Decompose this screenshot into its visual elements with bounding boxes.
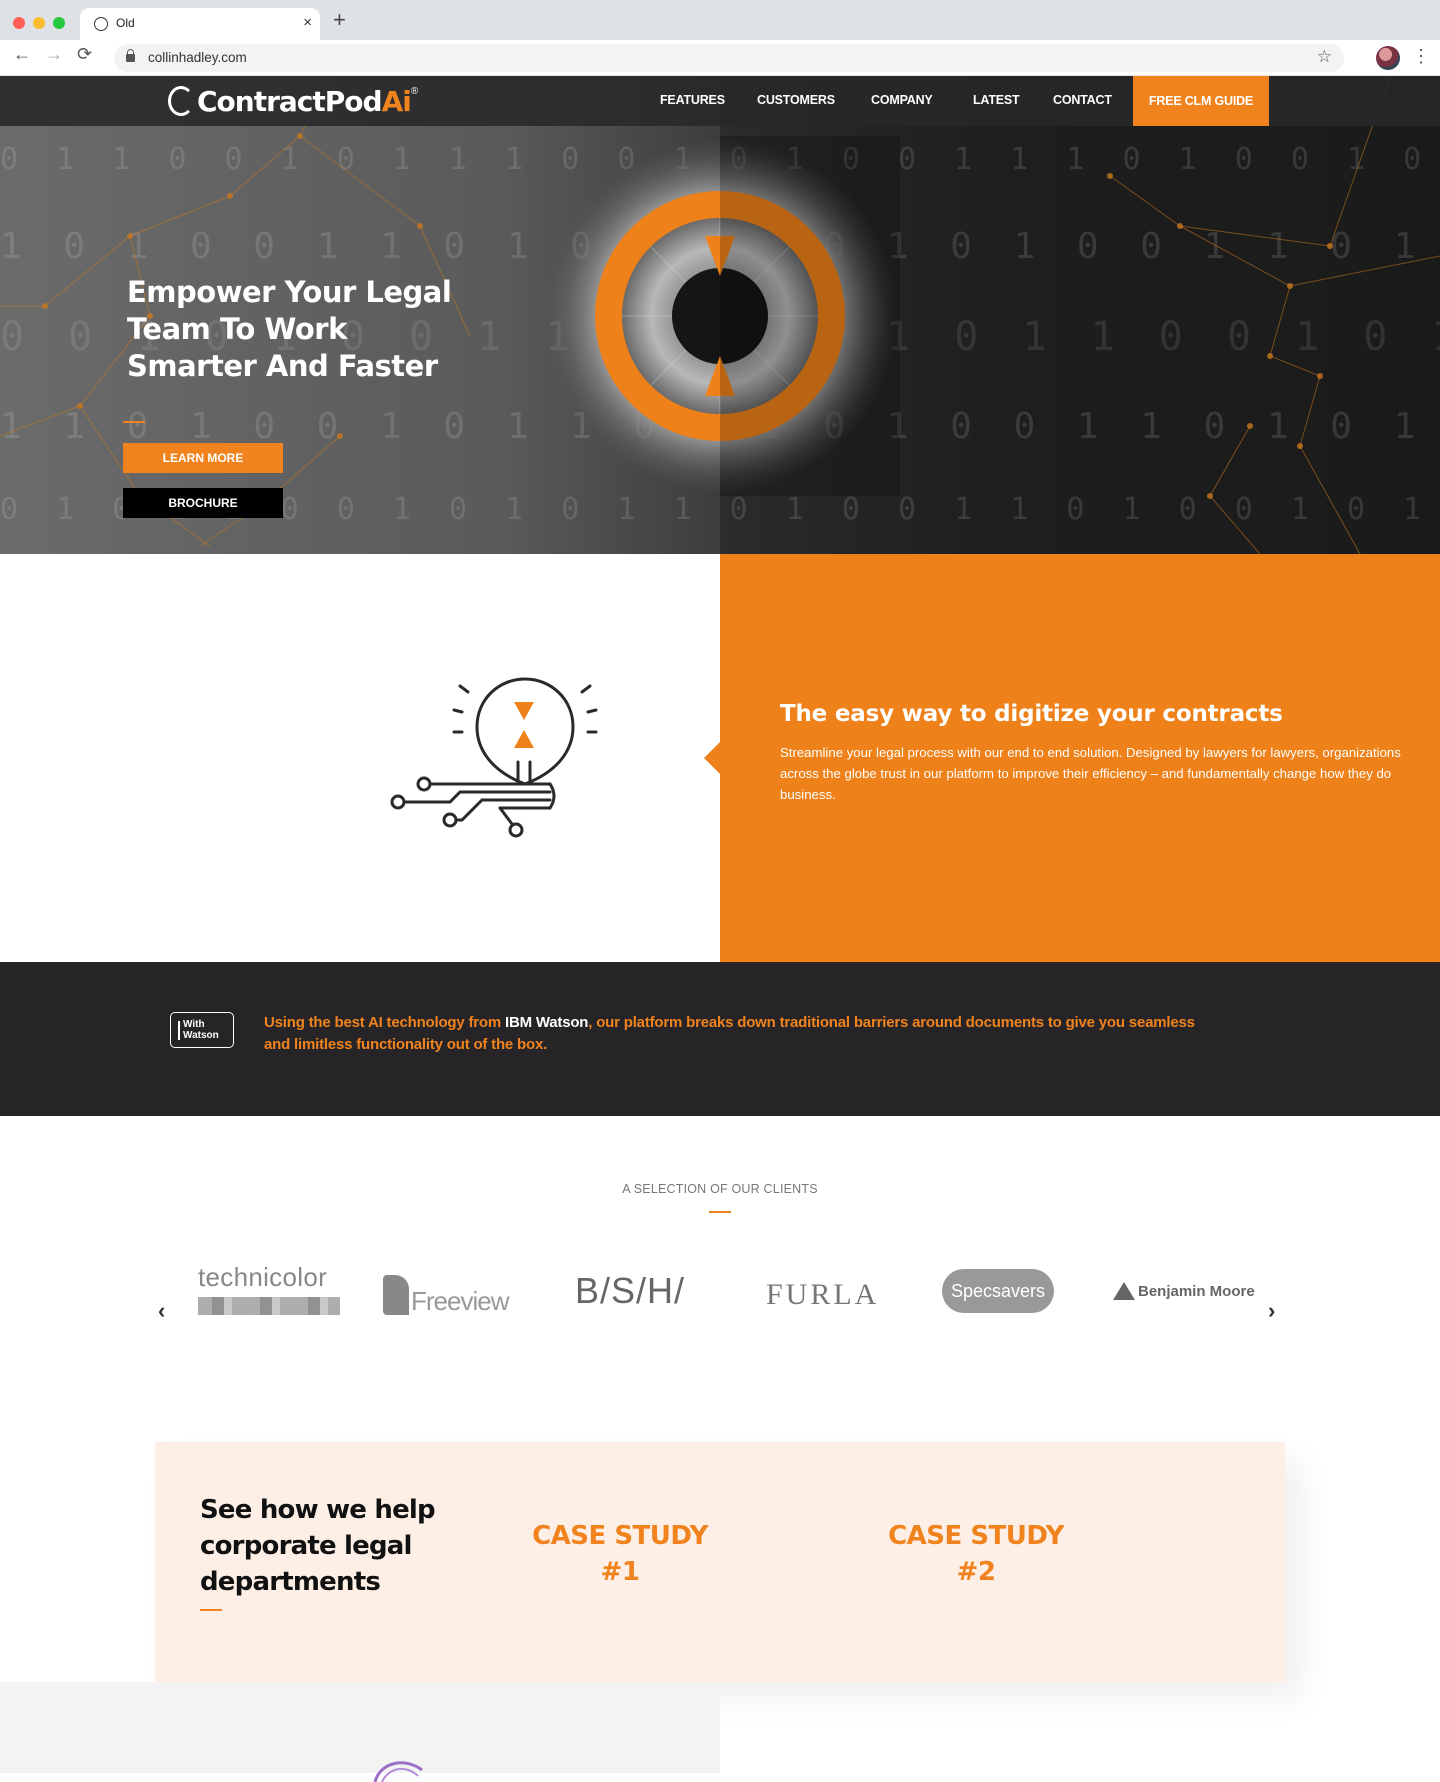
contractpodai-logo[interactable]: ContractPodAi ® bbox=[168, 84, 418, 118]
freeview-icon bbox=[383, 1274, 409, 1315]
case-study-1-link[interactable]: CASE STUDY #1 bbox=[520, 1518, 720, 1590]
clients-divider bbox=[709, 1211, 731, 1213]
client-logo-specsavers[interactable]: Specsavers bbox=[942, 1269, 1054, 1313]
watson-band: With Watson Using the best AI technology … bbox=[0, 962, 1440, 1116]
case-study-2-link[interactable]: CASE STUDY #2 bbox=[876, 1518, 1076, 1590]
site-header: ContractPodAi ® FEATURES CUSTOMERS COMPA… bbox=[0, 76, 1440, 126]
ibm-watson-badge: With Watson bbox=[170, 1012, 234, 1048]
address-bar[interactable]: collinhadley.com ☆ bbox=[114, 44, 1344, 72]
next-section-panel bbox=[0, 1682, 720, 1782]
watson-text-highlight: IBM Watson bbox=[505, 1014, 589, 1031]
benjamin-moore-triangle-icon bbox=[1113, 1282, 1135, 1300]
logo-ai-text: Ai bbox=[381, 84, 412, 118]
tab-title: Old bbox=[116, 16, 135, 30]
logo-registered-mark: ® bbox=[410, 86, 419, 97]
client-logo-furla[interactable]: FURLA bbox=[766, 1278, 879, 1312]
nav-latest[interactable]: LATEST bbox=[973, 93, 1020, 107]
feature-title: The easy way to digitize your contracts bbox=[780, 701, 1283, 727]
client-logo-technicolor[interactable]: technicolor bbox=[198, 1262, 340, 1315]
tab-favicon-icon bbox=[94, 17, 108, 31]
feature-illustration-panel bbox=[0, 554, 720, 962]
watson-text-before: Using the best AI technology from bbox=[264, 1014, 505, 1031]
back-icon[interactable]: ← bbox=[13, 45, 31, 63]
digitize-section: The easy way to digitize your contracts … bbox=[0, 554, 1440, 962]
nav-features[interactable]: FEATURES bbox=[660, 93, 725, 107]
watson-badge-line1: With bbox=[183, 1019, 205, 1030]
hero-divider bbox=[123, 421, 145, 423]
logo-mark-icon bbox=[168, 86, 194, 116]
nav-company[interactable]: COMPANY bbox=[871, 93, 933, 107]
profile-avatar[interactable] bbox=[1376, 46, 1400, 70]
nav-contact[interactable]: CONTACT bbox=[1053, 93, 1112, 107]
lock-icon bbox=[126, 49, 135, 62]
brochure-button[interactable]: BROCHURE bbox=[123, 488, 283, 518]
lightbulb-circuit-icon bbox=[390, 677, 598, 838]
browser-menu-icon[interactable]: ⋮ bbox=[1412, 46, 1430, 67]
feature-notch bbox=[704, 742, 720, 774]
carousel-next-icon[interactable]: › bbox=[1268, 1298, 1275, 1324]
nav-customers[interactable]: CUSTOMERS bbox=[757, 93, 835, 107]
watson-description: Using the best AI technology from IBM Wa… bbox=[264, 1012, 1224, 1056]
client-logo-freeview[interactable]: Freeview bbox=[383, 1272, 509, 1317]
close-window-icon[interactable] bbox=[13, 17, 25, 29]
hero-title: Empower Your Legal Team To Work Smarter … bbox=[127, 275, 452, 383]
browser-tab[interactable]: Old × bbox=[80, 8, 320, 40]
watson-badge-line2: Watson bbox=[183, 1030, 219, 1041]
minimize-window-icon[interactable] bbox=[33, 17, 45, 29]
new-tab-icon[interactable]: + bbox=[333, 9, 346, 31]
case-study-card: See how we help corporate legal departme… bbox=[155, 1442, 1285, 1682]
forward-icon[interactable]: → bbox=[45, 45, 63, 63]
free-clm-guide-button[interactable]: FREE CLM GUIDE bbox=[1133, 76, 1269, 126]
logo-text: ContractPod bbox=[197, 84, 383, 118]
case-study-divider bbox=[200, 1609, 222, 1611]
reload-icon[interactable]: ⟳ bbox=[77, 45, 92, 63]
client-logo-benjamin-moore[interactable]: Benjamin Moore bbox=[1113, 1282, 1255, 1300]
browser-tab-strip: Old × + bbox=[0, 0, 1440, 40]
client-logo-bsh[interactable]: B/S/H/ bbox=[575, 1270, 685, 1312]
bookmark-star-icon[interactable]: ☆ bbox=[1317, 47, 1332, 67]
feature-body: Streamline your legal process with our e… bbox=[780, 745, 1401, 802]
learn-more-button[interactable]: LEARN MORE bbox=[123, 443, 283, 473]
browser-toolbar: ← → ⟳ collinhadley.com ☆ ⋮ bbox=[0, 40, 1440, 76]
partial-purple-icon bbox=[373, 1761, 423, 1782]
clients-label: A SELECTION OF OUR CLIENTS bbox=[622, 1182, 818, 1196]
case-study-heading: See how we help corporate legal departme… bbox=[200, 1495, 436, 1597]
url-text: collinhadley.com bbox=[148, 50, 247, 65]
tab-close-icon[interactable]: × bbox=[303, 14, 312, 31]
carousel-prev-icon[interactable]: ‹ bbox=[158, 1298, 165, 1324]
hero-section: 0 1 1 0 0 1 0 1 1 1 0 0 1 0 1 0 0 1 1 1 … bbox=[0, 76, 1440, 554]
zoom-window-icon[interactable] bbox=[53, 17, 65, 29]
eye-graphic bbox=[542, 136, 900, 496]
